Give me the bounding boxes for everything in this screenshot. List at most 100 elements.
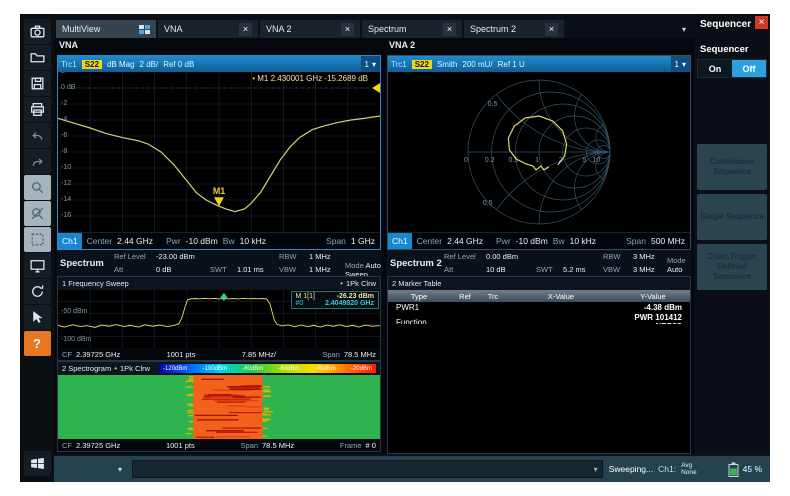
camera-icon[interactable] [24,19,51,44]
sequencer-off-button[interactable]: Off [732,60,766,77]
zoom-off-icon[interactable] [24,201,51,226]
bw-value[interactable]: 10 kHz [240,236,266,246]
span-label: Span [626,236,646,246]
status-dropdown[interactable]: ▾ [58,461,126,477]
pwr-value[interactable]: -10 dBm [516,236,548,246]
spectrum-marker-box: M 1[1]-26.23 dBm #02.4049820 GHz [291,291,380,309]
rbw-value[interactable]: 1 MHz [309,252,345,261]
sequencer-section-label: Sequencer [694,36,770,59]
sparam-badge: S22 [412,60,432,69]
vna-trace-header[interactable]: Trc1 S22 dB Mag 2 dB/ Ref 0 dB 1▾ [58,56,380,72]
sequencer-panel-title: Sequencer [700,16,751,30]
vbw-value[interactable]: 3 MHz [633,265,667,274]
svg-text:0.5: 0.5 [483,200,493,207]
rbw-label: RBW [279,252,309,261]
spectrogram-svg [58,375,380,439]
center-value[interactable]: 2.44 GHz [447,236,483,246]
close-icon[interactable]: × [341,23,354,36]
sequencer-on-off-toggle: On Off [697,59,767,78]
center-value[interactable]: 2.44 GHz [117,236,153,246]
help-question-glyph: ? [33,336,41,351]
mode-label: Mode [667,256,686,265]
spectrum-settings-header[interactable]: Spectrum Ref Level-23.00 dBm RBW1 MHz At… [57,250,381,276]
channel-tab-bar: MultiView VNA × VNA 2× Spectrum× Spectrum… [54,14,694,38]
status-message-field[interactable]: ▾ [132,460,603,478]
smith-chart-svg: 0 0.2 0.5 1 2 5 10 0.5 0.5 [388,72,690,232]
undo-icon[interactable] [24,123,51,148]
svg-text:1: 1 [535,157,539,164]
ref-level-label: Ref Level [114,252,156,261]
swt-value[interactable]: 5.2 ms [563,265,603,274]
att-label: Att [114,265,156,274]
channel-badge[interactable]: Ch1 [58,233,82,249]
swt-value[interactable]: 1.01 ms [237,265,279,274]
close-icon[interactable]: × [755,16,768,29]
marker-table-filler [388,324,690,453]
vbw-label: VBW [279,265,309,274]
trace-scale: 200 mU/ [462,60,492,69]
window1-title: 1 Frequency Sweep [62,279,129,288]
vna2-trace-header[interactable]: Trc1 S22 Smith 200 mU/ Ref 1 U 1▾ [388,56,690,72]
single-sequence-button[interactable]: Single Sequence [697,194,767,240]
redo-icon[interactable] [24,149,51,174]
spectrum-panel: Spectrum Ref Level-23.00 dBm RBW1 MHz At… [54,250,384,454]
att-value[interactable]: 0 dB [156,265,210,274]
bw-label: Bw [223,236,235,246]
table-row[interactable]: PWR1-4.38 dBm [388,302,690,313]
channel-badge[interactable]: Ch1 [388,233,412,249]
marker-table-title: 2 Marker Table [392,279,441,288]
avg-stack: AvgNone [681,462,697,476]
tab-vna[interactable]: VNA × [158,20,258,38]
refresh-icon[interactable] [24,279,51,304]
zoom-icon[interactable] [24,175,51,200]
spectrum-title: Spectrum [57,258,114,269]
rbw-label: RBW [603,252,633,261]
windows-icon[interactable] [24,451,51,476]
close-icon[interactable]: × [239,23,252,36]
vbw-value[interactable]: 1 MHz [309,265,345,274]
tab-label: VNA [164,24,183,34]
pwr-label: Pwr [496,236,511,246]
trace-mode[interactable]: •1Pk Clrw [114,364,150,373]
pointer-help-icon[interactable] [24,305,51,330]
folder-open-icon[interactable] [24,45,51,70]
tab-spectrum2[interactable]: Spectrum 2× [464,20,564,38]
table-row[interactable]: FunctionPWR 101412 NRP8S [388,313,690,324]
chan-trigger-defined-sequence-button[interactable]: Chan.Trigger Defined Sequence [697,244,767,290]
close-icon[interactable]: × [443,23,456,36]
spectrum-plot: M 1[1]-26.23 dBm #02.4049820 GHz -50 dBm… [58,290,380,348]
vna2-panel: VNA 2 Trc1 S22 Smith 200 mU/ Ref 1 U 1▾ [384,38,694,250]
pwr-value[interactable]: -10 dBm [186,236,218,246]
battery-icon [728,462,739,477]
trace-mode[interactable]: •1Pk Clrw [340,279,376,288]
sequencer-gap [694,78,770,142]
bw-value[interactable]: 10 kHz [570,236,596,246]
center-label: Center [87,236,113,246]
trace-scale: 2 dB/ [140,60,159,69]
sequencer-on-button[interactable]: On [698,60,732,77]
spectrum2-settings-header[interactable]: Spectrum 2 Ref Level0.00 dBm RBW3 MHz At… [387,250,691,276]
pwr-label: Pwr [166,236,181,246]
tab-vna2[interactable]: VNA 2× [260,20,360,38]
tab-spectrum[interactable]: Spectrum× [362,20,462,38]
att-value[interactable]: 10 dB [486,265,536,274]
rbw-value[interactable]: 3 MHz [633,252,667,261]
window-select-dropdown[interactable]: 1▾ [671,56,690,72]
continuous-sequence-button[interactable]: Continuous Sequence [697,144,767,190]
print-icon[interactable] [24,97,51,122]
chevron-down-icon: ▾ [594,465,598,474]
center-label: Center [417,236,443,246]
span-value[interactable]: 500 MHz [651,236,685,246]
display-icon[interactable] [24,253,51,278]
help-icon[interactable]: ? [24,331,51,356]
ref-level-value[interactable]: -23.00 dBm [156,252,210,261]
ref-level-value[interactable]: 0.00 dBm [486,252,536,261]
window-select-dropdown[interactable]: 1▾ [361,56,380,72]
select-area-icon[interactable] [24,227,51,252]
save-icon[interactable] [24,71,51,96]
tab-multiview[interactable]: MultiView [56,20,156,38]
span-value[interactable]: 1 GHz [351,236,375,246]
close-icon[interactable]: × [545,23,558,36]
marker-table-window: 2 Marker Table TypeRefTrcX-ValueY-Value … [387,276,691,454]
tab-overflow-icon[interactable]: ▾ [682,25,692,38]
